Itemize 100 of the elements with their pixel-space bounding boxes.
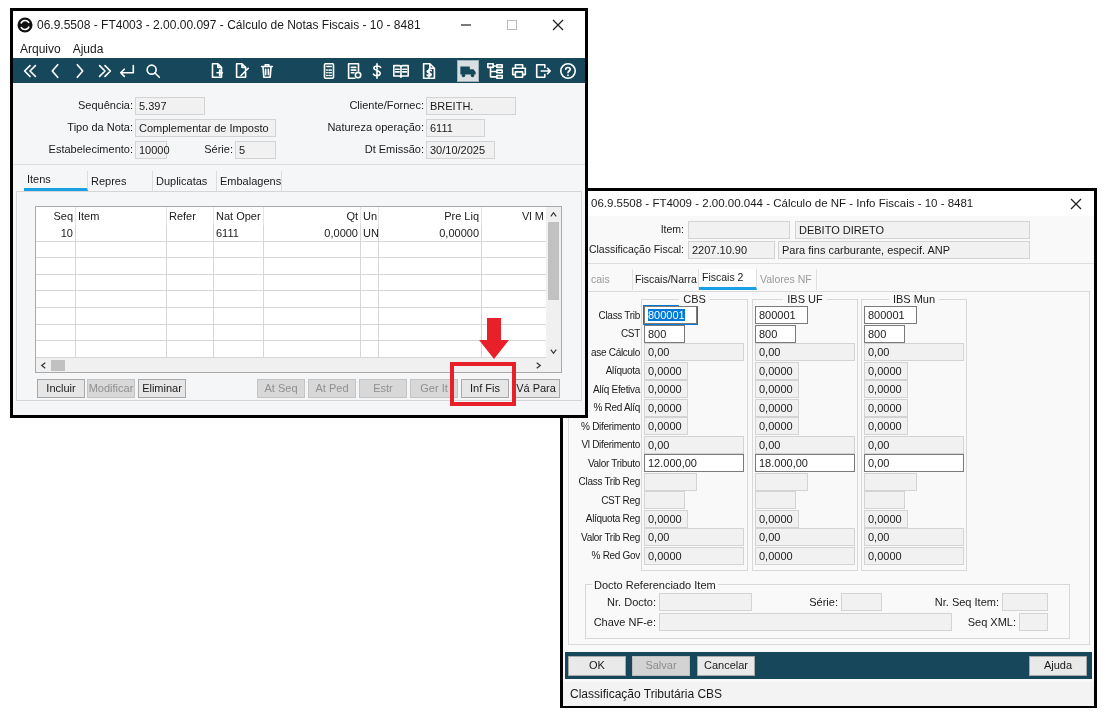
input-field[interactable]: 0,0000 <box>755 361 799 380</box>
input-field[interactable] <box>864 472 917 491</box>
vertical-scrollbar[interactable] <box>546 207 561 358</box>
input-field[interactable]: BREITH. <box>426 96 516 115</box>
button[interactable]: Ajuda <box>1029 655 1087 676</box>
input-field[interactable]: 0,00 <box>755 343 855 362</box>
field-label: Class Trib Reg <box>578 475 640 490</box>
menu-item[interactable]: Arquivo <box>20 39 61 58</box>
input-field[interactable]: 18.000,00 <box>755 454 855 473</box>
field-label: Classificação Fiscal: <box>588 242 684 258</box>
tab[interactable]: Embalagens <box>217 171 282 191</box>
input-field[interactable]: 0,0000 <box>864 417 908 436</box>
input-field[interactable]: 0,00 <box>755 528 855 547</box>
input-field[interactable]: 30/10/2025 <box>426 140 495 159</box>
field-label: Série: <box>204 142 233 158</box>
button[interactable]: Eliminar <box>138 379 186 398</box>
input-field[interactable]: 0,0000 <box>864 398 908 417</box>
input-field[interactable] <box>659 593 752 611</box>
field-label: Seq XML: <box>967 614 1016 630</box>
input-field[interactable]: 800001 <box>644 306 697 325</box>
field-label: Nr. Docto: <box>607 594 656 610</box>
field-label: Vl Diferimento <box>581 438 640 453</box>
input-field[interactable]: 0,0000 <box>864 380 908 399</box>
input-field[interactable] <box>841 593 882 611</box>
table-cell-text: 10 <box>60 225 73 241</box>
input-field[interactable]: 0,0000 <box>644 509 688 528</box>
input-field[interactable] <box>755 491 796 510</box>
input-field[interactable]: 6111 <box>426 118 485 137</box>
input-field[interactable]: 0,00 <box>864 343 964 362</box>
input-field[interactable] <box>659 613 952 631</box>
input-field[interactable]: 0,0000 <box>644 380 688 399</box>
input-field[interactable]: 0,0000 <box>644 417 688 436</box>
input-field[interactable] <box>644 491 685 510</box>
scroll-thumb[interactable] <box>51 359 65 371</box>
column-header[interactable]: Seq <box>53 207 73 225</box>
column-header[interactable]: Item <box>78 207 100 225</box>
field-label: CST <box>620 327 640 342</box>
field-label: Dt Emissão: <box>364 142 424 158</box>
item-description-field[interactable]: DEBITO DIRETO <box>795 221 1030 239</box>
tab[interactable]: Itens <box>24 171 88 191</box>
input-field[interactable]: 0,0000 <box>755 509 799 528</box>
input-field[interactable]: 0,0000 <box>864 361 908 380</box>
input-field[interactable]: 0,0000 <box>864 546 964 565</box>
input-field[interactable]: 0,0000 <box>644 398 688 417</box>
input-field[interactable] <box>755 472 808 491</box>
input-field[interactable]: 12.000,00 <box>644 454 744 473</box>
truck-icon[interactable] <box>457 59 479 82</box>
button[interactable]: OK <box>568 655 626 676</box>
input-field[interactable]: 5.397 <box>135 96 205 115</box>
input-field[interactable]: 800 <box>755 324 796 343</box>
button[interactable]: Incluir <box>37 379 85 398</box>
input-field[interactable]: 800 <box>864 324 905 343</box>
input-field[interactable]: 0,00 <box>755 435 855 454</box>
input-field[interactable] <box>644 472 697 491</box>
input-field[interactable]: 0,0000 <box>755 380 799 399</box>
input-field[interactable]: 0,00 <box>864 454 964 473</box>
tab[interactable]: Fiscais 2 <box>699 269 757 290</box>
fiscal-class-code-field[interactable]: 2207.10.90 <box>688 241 775 259</box>
input-field[interactable] <box>864 491 905 510</box>
input-field[interactable]: 0,00 <box>864 435 964 454</box>
app-logo-icon <box>17 17 33 33</box>
input-field[interactable] <box>1019 613 1048 631</box>
item-code-field[interactable] <box>688 221 790 239</box>
column-header[interactable]: Un <box>363 207 378 225</box>
input-field[interactable]: 0,0000 <box>644 546 744 565</box>
input-field[interactable]: 800001 <box>755 306 808 325</box>
input-field[interactable]: 0,0000 <box>755 417 799 436</box>
menu-item[interactable]: Ajuda <box>72 39 104 58</box>
input-field[interactable]: 0,00 <box>644 343 744 362</box>
table-cell-text: UN <box>363 225 379 241</box>
button[interactable]: Inf Fis <box>461 379 509 398</box>
input-field[interactable]: 5 <box>235 140 276 159</box>
input-field[interactable]: 0,00 <box>864 528 964 547</box>
button[interactable]: Cancelar <box>697 655 755 676</box>
scroll-left-icon <box>39 360 48 370</box>
column-header[interactable]: Nat Oper <box>216 207 261 225</box>
input-field[interactable]: 0,00 <box>644 528 744 547</box>
input-field[interactable]: 0,00 <box>644 435 744 454</box>
column-header[interactable]: Refer <box>169 207 196 225</box>
input-field[interactable]: 0,0000 <box>864 509 908 528</box>
tab[interactable]: Repres <box>88 171 153 191</box>
column-header[interactable]: Vl M <box>522 207 544 225</box>
field-label: Série: <box>809 594 838 610</box>
input-field[interactable]: 800001 <box>864 306 917 325</box>
field-label: Natureza operação: <box>327 120 424 136</box>
scroll-thumb[interactable] <box>548 222 559 300</box>
input-field[interactable]: 0,0000 <box>755 398 799 417</box>
tab[interactable]: Duplicatas <box>153 171 217 191</box>
field-label: ase Cálculo <box>591 345 640 360</box>
input-field[interactable]: 10000 <box>135 140 167 159</box>
input-field[interactable]: 0,0000 <box>755 546 855 565</box>
input-field[interactable]: 0,0000 <box>644 361 688 380</box>
highlight-frame <box>450 362 516 406</box>
input-field[interactable]: Complementar de Imposto <box>135 118 276 137</box>
input-field[interactable] <box>1002 593 1048 611</box>
fiscal-class-description-field[interactable]: Para fins carburante, especif. ANP <box>778 241 1030 259</box>
column-header[interactable]: Pre Liq <box>444 207 479 225</box>
field-label: Alíquota Reg <box>585 512 640 527</box>
column-header[interactable]: Qt <box>346 207 358 225</box>
horizontal-scrollbar[interactable] <box>36 358 561 372</box>
